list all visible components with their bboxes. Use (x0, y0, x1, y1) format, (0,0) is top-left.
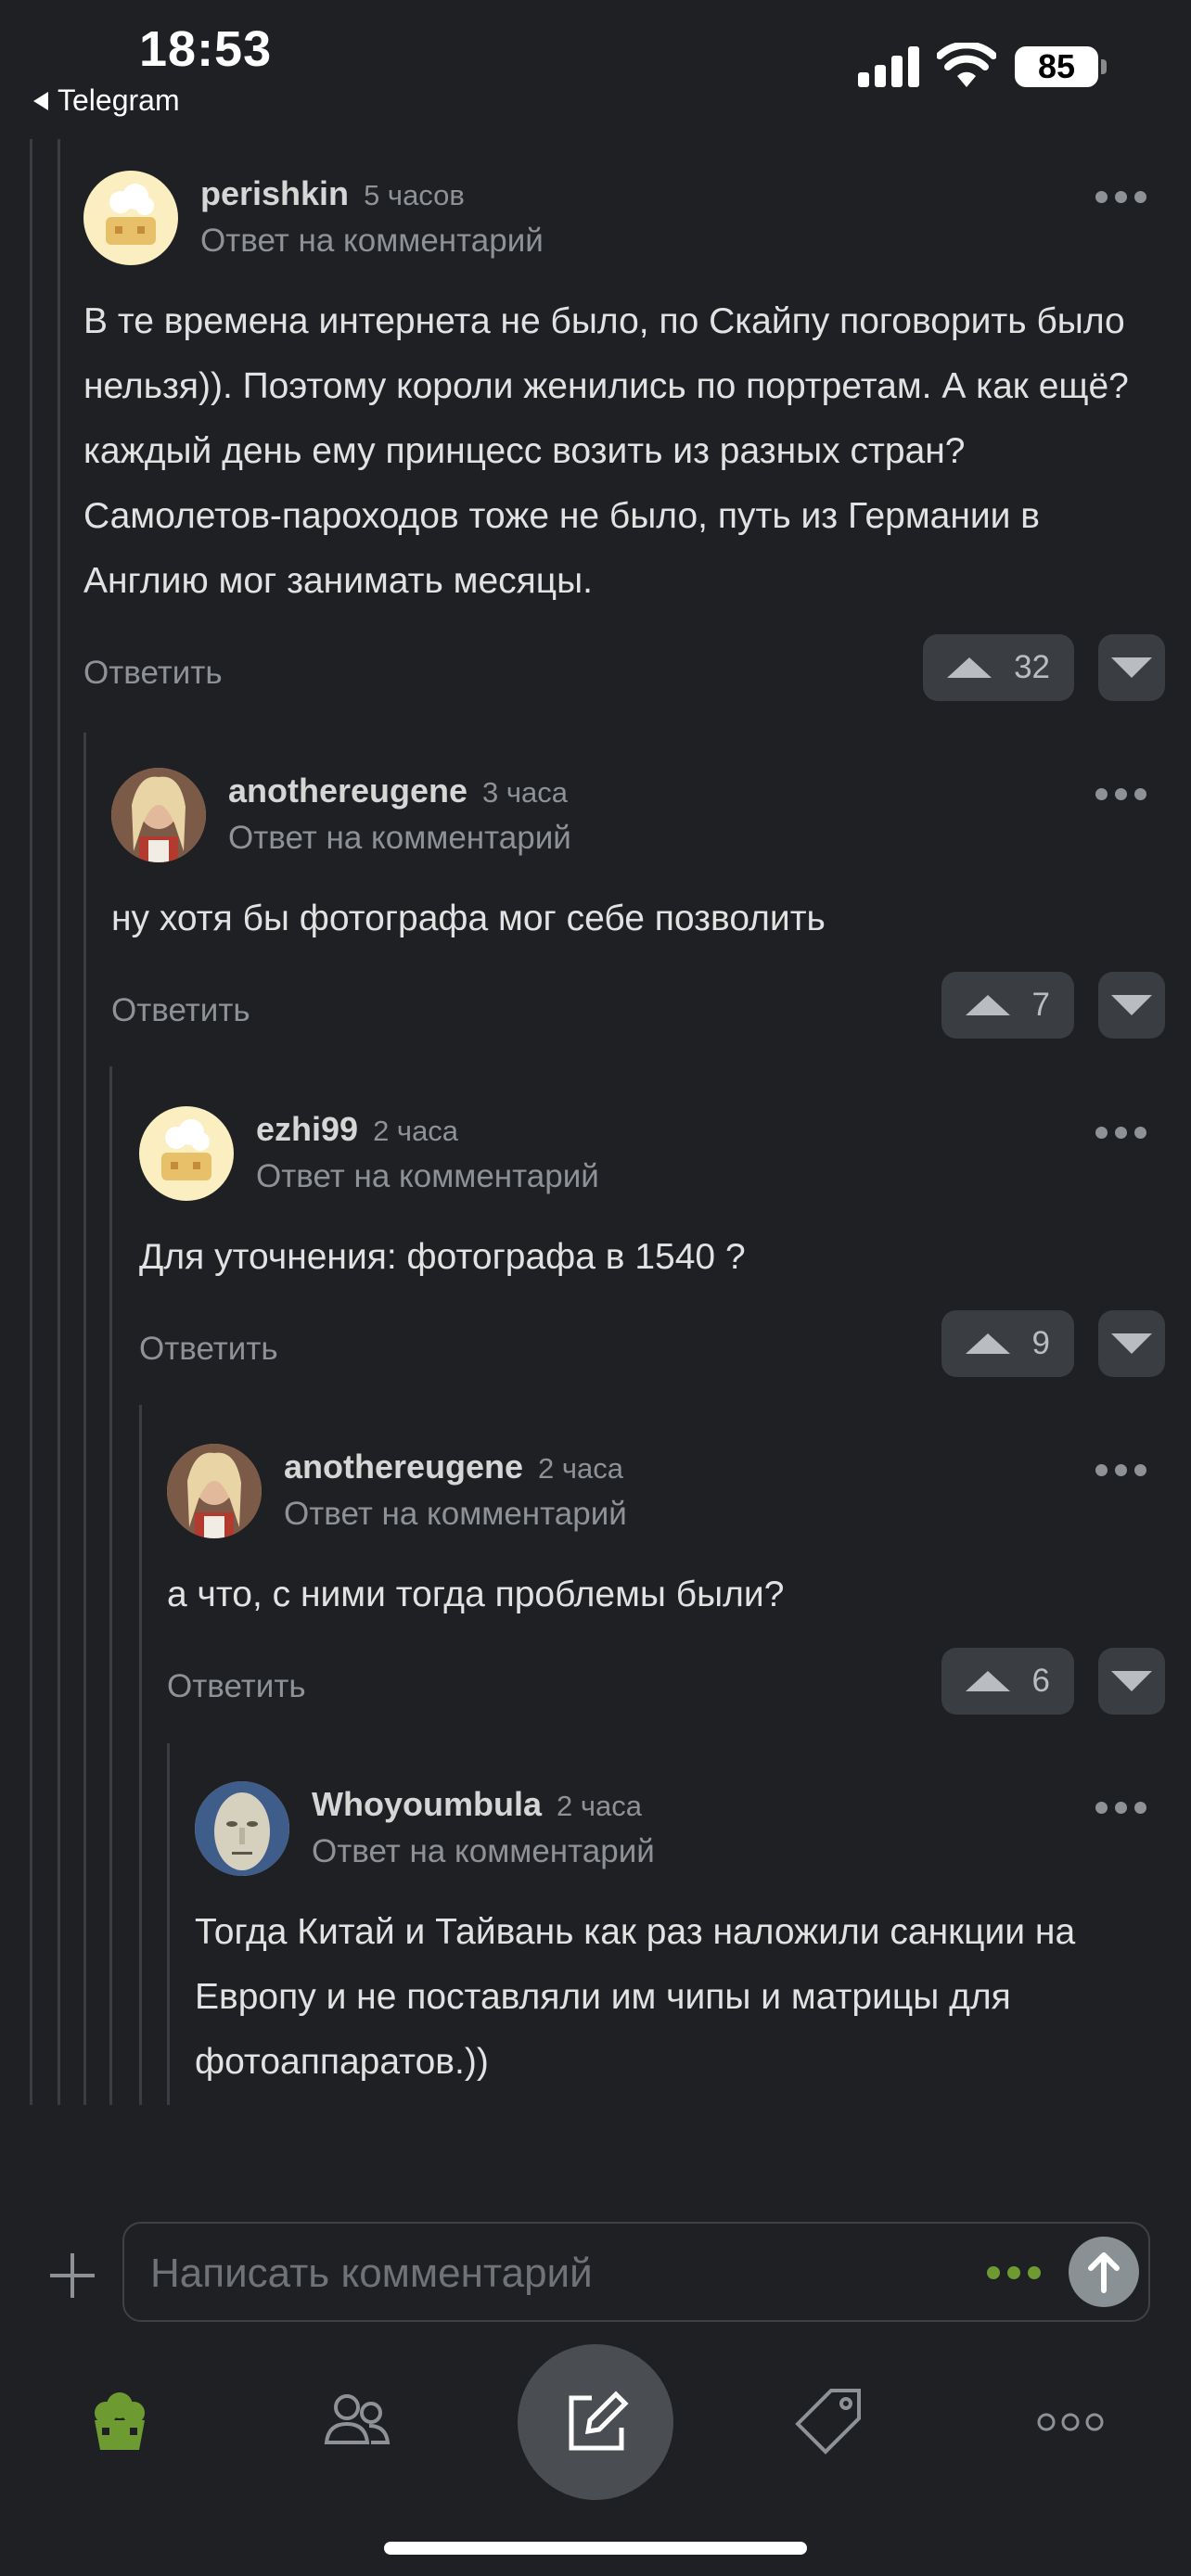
downvote-arrow-icon (1111, 657, 1152, 678)
reply-button[interactable]: Ответить (111, 992, 250, 1029)
back-to-telegram-link[interactable]: Telegram (33, 83, 180, 118)
bottom-nav (0, 2337, 1191, 2559)
comment-header: anothereugene 2 часа Ответ на комментарий (167, 1444, 1165, 1546)
comment: perishkin 5 часов Ответ на комментарий В … (83, 171, 1165, 718)
author-name[interactable]: ezhi99 (256, 1110, 358, 1148)
comment-time: 3 часа (482, 776, 569, 809)
wifi-icon (937, 43, 996, 87)
upvote-button[interactable]: 6 (941, 1648, 1074, 1715)
arrow-up-icon (1088, 2252, 1120, 2293)
comment-header: Whoyoumbula 2 часа Ответ на комментарий (195, 1781, 1165, 1883)
cake-avatar[interactable] (139, 1106, 234, 1201)
upvote-button[interactable]: 7 (941, 972, 1074, 1039)
community-icon[interactable] (315, 2379, 399, 2463)
reply-to-label: Ответ на комментарий (256, 1158, 599, 1194)
vote-count: 6 (1031, 1663, 1050, 1699)
reply-to-label: Ответ на комментарий (312, 1833, 655, 1869)
downvote-button[interactable] (1098, 634, 1165, 701)
comment-text: ну хотя бы фотографа мог себе позволить (111, 899, 826, 938)
comment-text: Для уточнения: фотографа в 1540 ? (139, 1237, 746, 1277)
more-options-icon[interactable] (1095, 191, 1146, 203)
author-name[interactable]: anothereugene (228, 772, 467, 810)
reply-to-label: Ответ на комментарий (228, 820, 571, 856)
comment: ezhi99 2 часа Ответ на комментарий Для ут… (139, 1106, 1165, 1394)
back-arrow-icon (33, 91, 48, 110)
upvote-button[interactable]: 9 (941, 1310, 1074, 1377)
battery-nub (1101, 59, 1107, 74)
comment-input[interactable] (150, 2248, 967, 2300)
downvote-arrow-icon (1111, 1333, 1152, 1354)
comment: Whoyoumbula 2 часа Ответ на комментарий Т… (195, 1781, 1165, 2095)
upvote-arrow-icon (965, 995, 1010, 1015)
back-label: Telegram (58, 83, 180, 117)
comment-actions: Ответить 7 (111, 972, 1165, 1055)
comment-text: а что, с ними тогда проблемы были? (167, 1575, 785, 1614)
comment-time: 2 часа (373, 1115, 459, 1147)
reply-to-label: Ответ на комментарий (284, 1496, 627, 1532)
stone-face-avatar[interactable] (195, 1781, 289, 1876)
cake-avatar[interactable] (83, 171, 178, 265)
attach-plus-icon[interactable] (46, 2250, 98, 2302)
more-options-icon[interactable] (1095, 1127, 1146, 1139)
thread-line (58, 139, 60, 2105)
upvote-button[interactable]: 32 (923, 634, 1074, 701)
tag-icon[interactable] (788, 2379, 872, 2463)
author-name[interactable]: anothereugene (284, 1447, 523, 1486)
status-bar: 18:53 Telegram 85 (0, 0, 1191, 130)
vote-count: 7 (1031, 987, 1050, 1023)
comment-actions: Ответить 9 (139, 1310, 1165, 1394)
create-post-button[interactable] (518, 2344, 673, 2500)
more-options-icon[interactable] (1095, 1464, 1146, 1476)
typing-indicator-icon (987, 2266, 1041, 2279)
vote-count: 9 (1031, 1325, 1050, 1361)
comment-header: perishkin 5 часов Ответ на комментарий (83, 171, 1165, 273)
comment-text: Тогда Китай и Тайвань как раз наложили с… (195, 1912, 1076, 2082)
downvote-button[interactable] (1098, 1310, 1165, 1377)
home-indicator (384, 2542, 807, 2555)
girl-avatar[interactable] (111, 768, 206, 862)
author-name[interactable]: Whoyoumbula (312, 1785, 542, 1823)
more-options-icon[interactable] (1095, 788, 1146, 800)
comment-actions: Ответить 32 (83, 634, 1165, 718)
downvote-arrow-icon (1111, 995, 1152, 1015)
upvote-arrow-icon (947, 657, 992, 678)
reply-button[interactable]: Ответить (83, 655, 223, 692)
upvote-arrow-icon (965, 1333, 1010, 1354)
upvote-arrow-icon (965, 1671, 1010, 1691)
comment-header: anothereugene 3 часа Ответ на комментарий (111, 768, 1165, 870)
downvote-button[interactable] (1098, 972, 1165, 1039)
comment-header: ezhi99 2 часа Ответ на комментарий (139, 1106, 1165, 1208)
battery-indicator: 85 (1015, 46, 1098, 87)
thread-line (83, 733, 86, 2105)
comment-text: В те времена интернета не было, по Скайп… (83, 301, 1129, 601)
comment-actions: Ответить 6 (167, 1648, 1165, 1731)
author-name[interactable]: perishkin (200, 174, 349, 212)
send-button[interactable] (1069, 2237, 1139, 2307)
comment-time: 2 часа (538, 1452, 624, 1485)
more-options-icon[interactable] (1095, 1802, 1146, 1814)
thread-line (167, 1743, 170, 2105)
reply-button[interactable]: Ответить (139, 1331, 278, 1368)
thread-line (30, 139, 32, 2105)
clock: 18:53 (139, 21, 273, 77)
downvote-arrow-icon (1111, 1671, 1152, 1691)
more-icon[interactable] (1030, 2379, 1113, 2463)
comment-time: 2 часа (556, 1790, 642, 1822)
compose-icon (569, 2391, 629, 2451)
comment-time: 5 часов (364, 179, 465, 211)
girl-avatar[interactable] (167, 1444, 262, 1538)
home-icon[interactable] (78, 2379, 161, 2463)
reply-to-label: Ответ на комментарий (200, 223, 544, 259)
comment-composer (122, 2222, 1150, 2322)
vote-count: 32 (1014, 649, 1050, 685)
thread-line (109, 1066, 112, 2105)
cellular-signal-icon (858, 45, 919, 87)
thread-line (139, 1405, 142, 2105)
comment: anothereugene 2 часа Ответ на комментарий… (167, 1444, 1165, 1731)
downvote-button[interactable] (1098, 1648, 1165, 1715)
reply-button[interactable]: Ответить (167, 1668, 306, 1705)
comment: anothereugene 3 часа Ответ на комментарий… (111, 768, 1165, 1055)
